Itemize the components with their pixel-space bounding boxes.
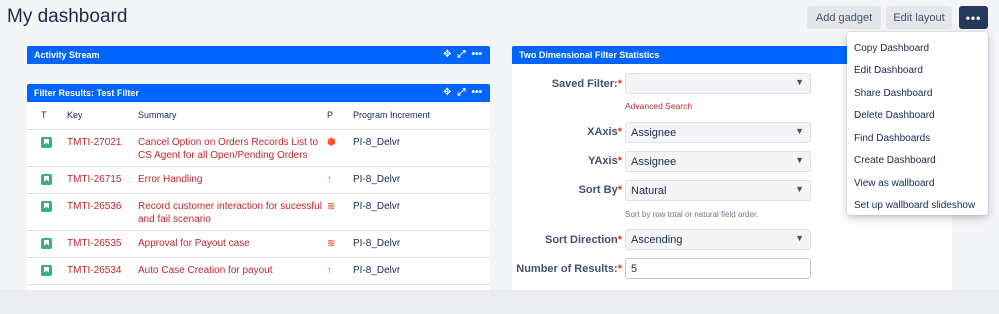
table-row: TMTI-27021 Cancel Option on Orders Recor… bbox=[27, 129, 490, 167]
expand-icon[interactable]: ⤢ bbox=[457, 86, 465, 100]
column-header-priority[interactable]: P bbox=[327, 102, 353, 130]
yaxis-label: YAxis* bbox=[588, 155, 622, 167]
chevron-down-icon: ▼ bbox=[795, 233, 804, 243]
table-row: TMTI-26535 Approval for Payout case ≋ PI… bbox=[27, 230, 490, 258]
gadget-header: Activity Stream ✥ ⤢ ••• bbox=[27, 46, 490, 64]
issue-key-link[interactable]: TMTI-26534 bbox=[67, 265, 121, 276]
gadget-header: Filter Results: Test Filter ✥ ⤢ ••• bbox=[27, 84, 490, 102]
xaxis-select[interactable]: Assignee ▼ bbox=[625, 122, 811, 143]
menu-item-find-dashboards[interactable]: Find Dashboards bbox=[847, 127, 988, 150]
sort-by-label: Sort By* bbox=[578, 184, 622, 196]
advanced-search-link[interactable]: Advanced Search bbox=[625, 101, 692, 111]
chevron-down-icon: ▼ bbox=[795, 184, 804, 194]
story-icon bbox=[41, 200, 52, 212]
table-header-row: T Key Summary P Program Increment bbox=[27, 102, 490, 130]
issue-summary-link[interactable]: Cancel Option on Orders Records List to … bbox=[138, 137, 318, 161]
more-icon[interactable]: ••• bbox=[471, 48, 482, 62]
program-increment: PI-8_Delvr bbox=[353, 264, 401, 276]
priority-high-icon: ↑ bbox=[327, 173, 332, 185]
gadget-title: Filter Results: Test Filter bbox=[34, 88, 139, 98]
issue-summary-link[interactable]: Auto Case Creation for payout bbox=[138, 265, 273, 276]
chevron-down-icon: ▼ bbox=[795, 77, 804, 87]
issue-summary-link[interactable]: Approval for Payout case bbox=[138, 238, 250, 249]
page-title: My dashboard bbox=[7, 6, 128, 27]
story-icon bbox=[41, 237, 52, 249]
column-header-summary[interactable]: Summary bbox=[138, 102, 327, 130]
priority-highest-chevrons-icon: ≋ bbox=[327, 200, 336, 212]
priority-highest-icon: ⬢ bbox=[327, 136, 336, 148]
issue-summary-link[interactable]: Record customer interaction for sucessfu… bbox=[138, 201, 322, 225]
number-of-results-label: Number of Results:* bbox=[516, 263, 622, 275]
story-icon bbox=[41, 264, 52, 276]
table-row: TMTI-26536 Record customer interaction f… bbox=[27, 193, 490, 231]
move-icon[interactable]: ✥ bbox=[443, 48, 451, 62]
priority-high-icon: ↑ bbox=[327, 264, 332, 276]
footer-bar bbox=[0, 290, 999, 314]
saved-filter-select[interactable]: ▼ bbox=[625, 73, 811, 94]
column-header-key[interactable]: Key bbox=[67, 102, 138, 130]
activity-stream-gadget: Activity Stream ✥ ⤢ ••• bbox=[27, 46, 490, 64]
filter-results-gadget: Filter Results: Test Filter ✥ ⤢ ••• T Ke… bbox=[27, 84, 490, 290]
menu-item-create-dashboard[interactable]: Create Dashboard bbox=[847, 150, 988, 173]
edit-layout-button[interactable]: Edit layout bbox=[886, 6, 952, 29]
menu-item-edit-dashboard[interactable]: Edit Dashboard bbox=[847, 60, 988, 83]
issue-key-link[interactable]: TMTI-26535 bbox=[67, 238, 121, 249]
gadget-title: Activity Stream bbox=[34, 50, 100, 60]
program-increment: PI-8_Delvr bbox=[353, 200, 401, 212]
saved-filter-label: Saved Filter:* bbox=[551, 78, 622, 90]
expand-icon[interactable]: ⤢ bbox=[457, 48, 465, 62]
issue-key-link[interactable]: TMTI-27021 bbox=[67, 137, 121, 148]
menu-item-share-dashboard[interactable]: Share Dashboard bbox=[847, 82, 988, 105]
more-icon[interactable]: ••• bbox=[471, 86, 482, 100]
xaxis-label: XAxis* bbox=[587, 126, 622, 138]
sort-by-hint: Sort by row total or natural field order… bbox=[625, 210, 759, 219]
sort-by-select[interactable]: Natural ▼ bbox=[625, 180, 811, 201]
add-gadget-button[interactable]: Add gadget bbox=[807, 6, 881, 29]
dashboard-actions-menu: Copy Dashboard Edit Dashboard Share Dash… bbox=[847, 32, 988, 215]
program-increment: PI-8_Delvr bbox=[353, 237, 401, 249]
move-icon[interactable]: ✥ bbox=[443, 86, 451, 100]
sort-direction-select[interactable]: Ascending ▼ bbox=[625, 229, 811, 250]
more-actions-button[interactable]: ••• bbox=[959, 6, 988, 29]
column-header-type[interactable]: T bbox=[27, 102, 67, 130]
table-row: TMTI-26534 Auto Case Creation for payout… bbox=[27, 257, 490, 285]
chevron-down-icon: ▼ bbox=[795, 155, 804, 165]
gadget-title: Two Dimensional Filter Statistics bbox=[519, 50, 660, 60]
menu-item-delete-dashboard[interactable]: Delete Dashboard bbox=[847, 105, 988, 128]
menu-item-view-as-wallboard[interactable]: View as wallboard bbox=[847, 172, 988, 195]
issue-summary-link[interactable]: Error Handling bbox=[138, 174, 202, 185]
number-of-results-input[interactable]: 5 bbox=[625, 258, 811, 279]
program-increment: PI-8_Delvr bbox=[353, 136, 401, 148]
priority-highest-chevrons-icon: ≋ bbox=[327, 237, 336, 249]
story-icon bbox=[41, 136, 52, 148]
menu-item-copy-dashboard[interactable]: Copy Dashboard bbox=[847, 37, 988, 60]
chevron-down-icon: ▼ bbox=[795, 126, 804, 136]
story-icon bbox=[41, 173, 52, 185]
table-row: TMTI-26715 Error Handling ↑ PI-8_Delvr bbox=[27, 166, 490, 194]
menu-item-wallboard-slideshow[interactable]: Set up wallboard slideshow bbox=[847, 195, 988, 218]
issues-table: T Key Summary P Program Increment TMTI-2… bbox=[27, 102, 490, 285]
issue-key-link[interactable]: TMTI-26536 bbox=[67, 201, 121, 212]
yaxis-select[interactable]: Assignee ▼ bbox=[625, 151, 811, 172]
program-increment: PI-8_Delvr bbox=[353, 173, 401, 185]
sort-direction-label: Sort Direction* bbox=[544, 234, 622, 246]
issue-key-link[interactable]: TMTI-26715 bbox=[67, 174, 121, 185]
column-header-program-increment[interactable]: Program Increment bbox=[353, 102, 490, 130]
